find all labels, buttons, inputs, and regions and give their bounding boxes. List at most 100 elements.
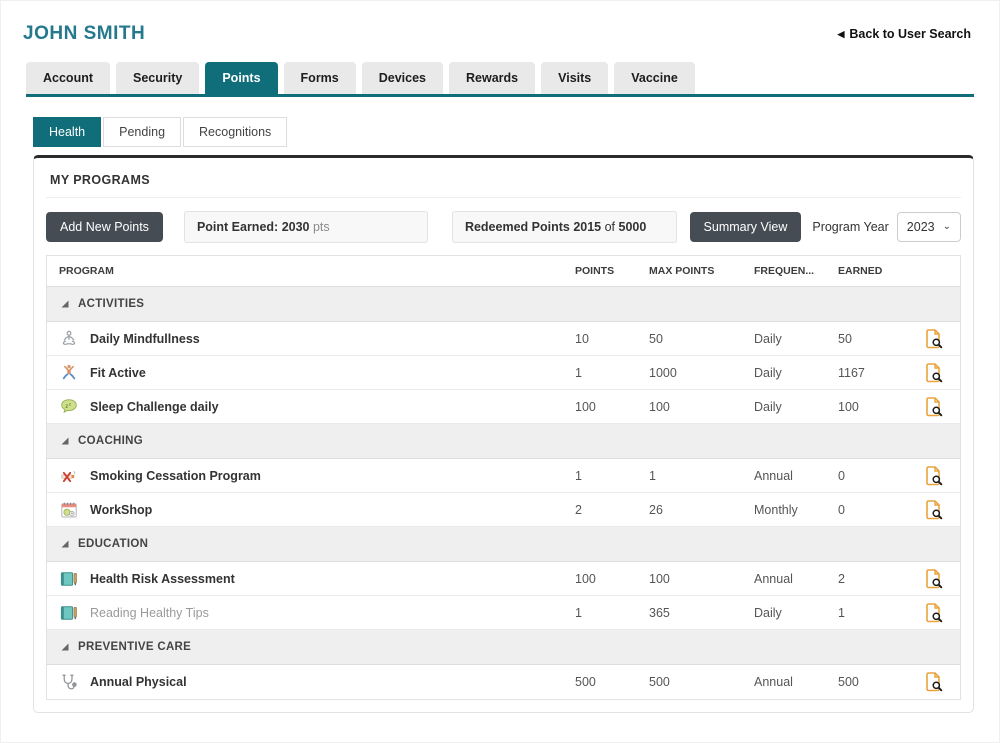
group-row-preventive-care[interactable]: PREVENTIVE CARE [47, 630, 960, 665]
actions-cell [908, 396, 960, 418]
actions-cell [908, 362, 960, 384]
topbar: JOHN SMITH ◀ Back to User Search [1, 1, 999, 45]
tab-visits[interactable]: Visits [541, 62, 608, 94]
earned-cell: 2 [838, 572, 908, 586]
panel-title: MY PROGRAMS [46, 171, 961, 198]
group-row-activities[interactable]: ACTIVITIES [47, 287, 960, 322]
meditation-icon [59, 329, 79, 349]
frequency-cell: Daily [754, 332, 838, 346]
tab-vaccine[interactable]: Vaccine [614, 62, 695, 94]
program-name: Health Risk Assessment [90, 572, 235, 586]
fitness-icon [59, 363, 79, 383]
group-row-education[interactable]: EDUCATION [47, 527, 960, 562]
frequency-cell: Annual [754, 572, 838, 586]
program-row-annual-physical: Annual Physical500500Annual500 [47, 665, 960, 699]
summary-view-button[interactable]: Summary View [690, 212, 802, 242]
tab-account[interactable]: Account [26, 62, 110, 94]
column-header-points[interactable]: POINTS [575, 256, 649, 286]
actions-cell [908, 568, 960, 590]
earned-cell: 1 [838, 606, 908, 620]
program-year-value: 2023 [907, 220, 935, 234]
earned-cell: 0 [838, 503, 908, 517]
program-row-sleep-challenge-daily: zzSleep Challenge daily100100Daily100 [47, 390, 960, 424]
tab-security[interactable]: Security [116, 62, 199, 94]
column-header-earned[interactable]: EARNED [838, 256, 908, 286]
max-points-cell: 500 [649, 675, 754, 689]
redeemed-points-box: Redeemed Points 2015 of 5000 [452, 211, 677, 243]
program-row-health-risk-assessment: Health Risk Assessment100100Annual2 [47, 562, 960, 596]
program-row-fit-active: Fit Active11000Daily1167 [47, 356, 960, 390]
program-year-select[interactable]: 2023 ⌄ [897, 212, 961, 242]
group-name: COACHING [78, 435, 143, 447]
group-row-coaching[interactable]: COACHING [47, 424, 960, 459]
book-icon [59, 603, 79, 623]
program-name: Daily Mindfullness [90, 332, 200, 346]
points-cell: 10 [575, 332, 649, 346]
my-programs-panel: MY PROGRAMS Add New Points Point Earned:… [33, 155, 974, 713]
back-to-user-search-link[interactable]: ◀ Back to User Search [837, 27, 971, 41]
program-name-cell: Daily Mindfullness [47, 329, 575, 349]
svg-text:z: z [65, 403, 68, 409]
points-earned-label: Point Earned: [197, 220, 278, 234]
subtab-health[interactable]: Health [33, 117, 101, 147]
column-header-program[interactable]: PROGRAM [47, 256, 575, 286]
max-points-cell: 1000 [649, 366, 754, 380]
earned-cell: 500 [838, 675, 908, 689]
program-name-cell: Annual Physical [47, 672, 575, 692]
doc-search-icon[interactable] [922, 328, 946, 350]
earned-cell: 100 [838, 400, 908, 414]
points-cell: 100 [575, 572, 649, 586]
tab-points[interactable]: Points [205, 62, 277, 94]
actions-cell [908, 499, 960, 521]
program-name-cell: Smoking Cessation Program [47, 466, 575, 486]
column-header-frequen[interactable]: FREQUEN... [754, 256, 838, 286]
back-arrow-icon: ◀ [837, 30, 844, 39]
doc-search-icon[interactable] [922, 602, 946, 624]
frequency-cell: Daily [754, 366, 838, 380]
doc-search-icon[interactable] [922, 465, 946, 487]
points-earned-value: 2030 [282, 220, 310, 234]
points-cell: 500 [575, 675, 649, 689]
redeemed-label: Redeemed Points [465, 220, 570, 234]
doc-search-icon[interactable] [922, 396, 946, 418]
program-name-cell: WorkShop [47, 500, 575, 520]
subtab-recognitions[interactable]: Recognitions [183, 117, 287, 147]
book-icon [59, 569, 79, 589]
program-row-workshop: WorkShop226Monthly0 [47, 493, 960, 527]
program-name-cell: Reading Healthy Tips [47, 603, 575, 623]
max-points-cell: 100 [649, 572, 754, 586]
redeemed-of: of [605, 220, 615, 234]
points-cell: 1 [575, 469, 649, 483]
program-name-cell: zzSleep Challenge daily [47, 397, 575, 417]
program-row-daily-mindfullness: Daily Mindfullness1050Daily50 [47, 322, 960, 356]
column-header-max-points[interactable]: MAX POINTS [649, 256, 754, 286]
calendar-icon [59, 500, 79, 520]
tab-rewards[interactable]: Rewards [449, 62, 535, 94]
add-new-points-button[interactable]: Add New Points [46, 212, 163, 242]
frequency-cell: Monthly [754, 503, 838, 517]
doc-search-icon[interactable] [922, 362, 946, 384]
max-points-cell: 100 [649, 400, 754, 414]
tab-forms[interactable]: Forms [284, 62, 356, 94]
sleep-icon: zz [59, 397, 79, 417]
points-cell: 100 [575, 400, 649, 414]
table-header-row: PROGRAMPOINTSMAX POINTSFREQUEN...EARNED [47, 256, 960, 287]
program-name: WorkShop [90, 503, 152, 517]
earned-cell: 1167 [838, 366, 908, 380]
group-name: ACTIVITIES [78, 298, 144, 310]
actions-cell [908, 465, 960, 487]
tab-devices[interactable]: Devices [362, 62, 443, 94]
points-cell: 2 [575, 503, 649, 517]
program-name-cell: Health Risk Assessment [47, 569, 575, 589]
no-smoking-icon [59, 466, 79, 486]
points-earned-box: Point Earned: 2030 pts [184, 211, 428, 243]
earned-cell: 0 [838, 469, 908, 483]
page: JOHN SMITH ◀ Back to User Search Account… [0, 0, 1000, 743]
page-title: JOHN SMITH [23, 23, 145, 45]
earned-cell: 50 [838, 332, 908, 346]
frequency-cell: Daily [754, 400, 838, 414]
doc-search-icon[interactable] [922, 568, 946, 590]
subtab-pending[interactable]: Pending [103, 117, 181, 147]
doc-search-icon[interactable] [922, 671, 946, 693]
doc-search-icon[interactable] [922, 499, 946, 521]
